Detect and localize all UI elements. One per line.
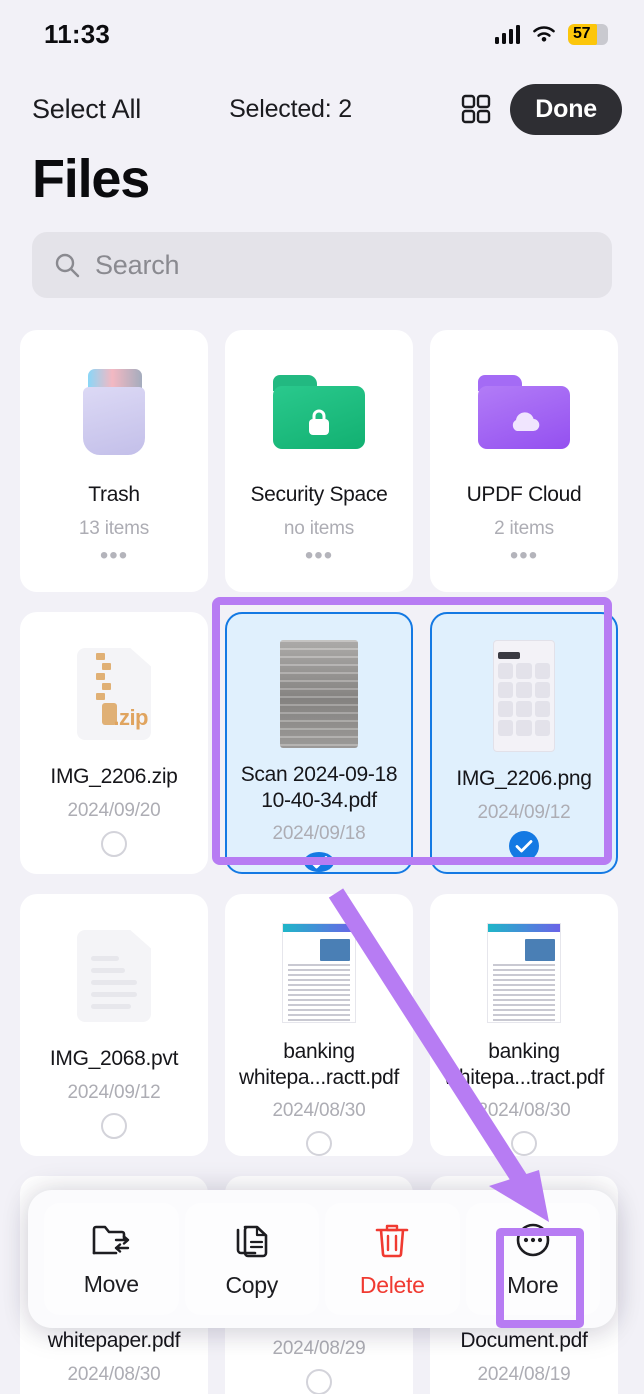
thumbnail: [280, 640, 358, 748]
tool-label: More: [507, 1271, 559, 1298]
scanned-note-thumbnail: [280, 640, 358, 748]
file-name: Document.pdf: [460, 1329, 588, 1352]
tool-label: Move: [83, 1270, 139, 1297]
file-meta: no items: [283, 517, 355, 539]
select-radio[interactable]: [306, 1131, 332, 1156]
screenshot-thumbnail: [493, 640, 555, 752]
search-bar[interactable]: Search: [32, 232, 612, 298]
selection-header: Select All Selected: 2 Done: [0, 78, 644, 140]
card-more-icon[interactable]: •••: [305, 543, 333, 570]
page-title: Files: [32, 149, 150, 209]
file-card-banking-whitepaper-1[interactable]: banking whitepa...ractt.pdf 2024/08/30: [225, 894, 413, 1156]
done-button[interactable]: Done: [510, 83, 622, 135]
select-radio[interactable]: [306, 1369, 332, 1394]
search-icon: [55, 253, 80, 277]
file-card-img-2068-pvt[interactable]: IMG_2068.pvt 2024/09/12: [20, 894, 208, 1156]
file-meta: 2024/08/30: [477, 1100, 571, 1122]
file-name: banking whitepa...ractt.pdf: [238, 1040, 400, 1089]
grid-view-icon[interactable]: [460, 93, 492, 125]
file-name: Scan 2024-09-18 10-40-34.pdf: [240, 763, 398, 812]
lock-icon: [309, 409, 329, 435]
pdf-page-thumbnail: [282, 922, 356, 1023]
battery-level: 57: [573, 25, 591, 42]
file-meta: 2024/09/12: [477, 801, 571, 823]
file-card-banking-whitepaper-2[interactable]: banking whitepa...tract.pdf 2024/08/30: [430, 894, 618, 1156]
select-radio[interactable]: [101, 830, 127, 857]
tool-label: Copy: [225, 1271, 279, 1298]
status-clock: 11:33: [44, 18, 111, 49]
copy-documents-icon: [236, 1225, 268, 1257]
zip-file-icon: .zip: [77, 648, 151, 740]
file-name: UPDF Cloud: [466, 483, 582, 506]
file-meta: 2024/08/30: [67, 1363, 161, 1385]
file-card-scan-pdf[interactable]: Scan 2024-09-18 10-40-34.pdf 2024/09/18: [225, 612, 413, 874]
file-card-updf-cloud[interactable]: UPDF Cloud 2 items •••: [430, 330, 618, 592]
card-more-icon[interactable]: •••: [510, 543, 538, 570]
search-input[interactable]: Search: [95, 250, 180, 281]
cellular-signal-icon: [494, 24, 520, 44]
selected-checkmark-icon[interactable]: [509, 830, 539, 861]
thumbnail: [76, 356, 152, 468]
file-meta: 2024/09/20: [67, 799, 161, 821]
app-screen: 11:33 57 Select All Selected: 2 Done Fil…: [0, 0, 644, 1394]
file-meta: 2024/08/29: [272, 1338, 366, 1359]
file-card-img-2206-png[interactable]: IMG_2206.png 2024/09/12: [430, 612, 618, 874]
trash-can-icon: [76, 369, 152, 455]
file-meta: 2024/08/30: [272, 1100, 366, 1122]
more-button[interactable]: More: [465, 1203, 600, 1315]
thumbnail: .zip: [77, 638, 151, 750]
select-radio[interactable]: [511, 1131, 537, 1156]
status-indicators: 57: [494, 23, 608, 45]
card-more-icon[interactable]: •••: [100, 543, 128, 570]
file-name: Trash: [88, 483, 140, 506]
copy-button[interactable]: Copy: [184, 1203, 319, 1315]
pdf-page-thumbnail: [487, 922, 561, 1023]
thumbnail: [273, 356, 365, 468]
file-name: banking whitepa...tract.pdf: [443, 1040, 605, 1089]
document-file-icon: [77, 930, 151, 1022]
thumbnail: [493, 640, 555, 752]
selected-checkmark-icon[interactable]: [304, 852, 334, 872]
battery-icon: 57: [568, 23, 608, 45]
file-name: IMG_2206.png: [456, 767, 592, 790]
file-name: whitepaper.pdf: [47, 1329, 181, 1352]
thumbnail: [478, 356, 570, 468]
tool-label: Delete: [359, 1271, 425, 1298]
file-meta: 13 items: [78, 517, 150, 539]
delete-button[interactable]: Delete: [325, 1203, 460, 1315]
move-button[interactable]: Move: [44, 1203, 179, 1315]
file-meta: 2 items: [494, 517, 554, 539]
file-meta: 2024/09/12: [67, 1081, 161, 1103]
file-card-security-space[interactable]: Security Space no items •••: [225, 330, 413, 592]
move-to-folder-icon: [92, 1225, 130, 1254]
select-all-button[interactable]: Select All: [32, 94, 141, 125]
cloud-folder-icon: [478, 375, 570, 449]
file-meta: 2024/09/18: [272, 823, 366, 845]
file-name: Security Space: [250, 483, 388, 506]
locked-folder-icon: [273, 375, 365, 449]
selected-count-label: Selected: 2: [229, 94, 352, 123]
file-meta: 2024/08/19: [477, 1363, 571, 1385]
thumbnail: [487, 920, 561, 1025]
wifi-icon: [533, 25, 555, 42]
trash-delete-icon: [375, 1224, 409, 1257]
status-bar: 11:33 57: [0, 0, 644, 68]
file-card-trash[interactable]: Trash 13 items •••: [20, 330, 208, 592]
action-toolbar: Move Copy Delete More: [28, 1190, 616, 1328]
more-ellipsis-icon: [516, 1223, 550, 1256]
file-card-img-2206-zip[interactable]: .zip IMG_2206.zip 2024/09/20: [20, 612, 208, 874]
file-name: IMG_2206.zip: [50, 765, 178, 788]
select-radio[interactable]: [101, 1112, 127, 1139]
thumbnail: [282, 920, 356, 1025]
thumbnail: [77, 920, 151, 1032]
file-name: IMG_2068.pvt: [49, 1047, 179, 1070]
cloud-icon: [512, 412, 540, 432]
